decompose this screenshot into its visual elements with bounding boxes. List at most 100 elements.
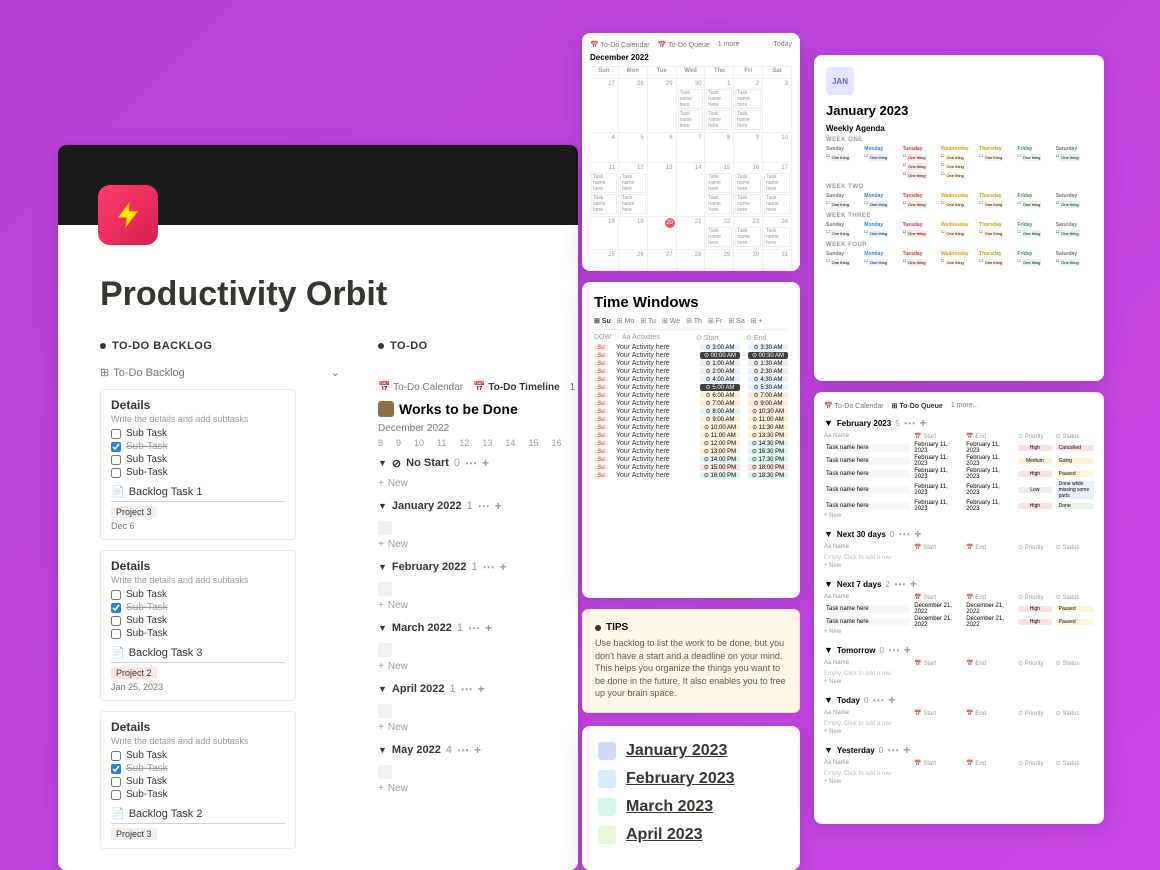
calendar-task[interactable]: Task name here: [735, 173, 761, 193]
toggle-icon[interactable]: ▼: [378, 745, 387, 755]
calendar-cell[interactable]: 12Task name hereTask name here: [619, 163, 648, 217]
calendar-cell[interactable]: 28: [677, 250, 706, 271]
new-button[interactable]: +New: [378, 783, 578, 794]
calendar-task[interactable]: Task name here: [764, 173, 790, 193]
subtask-row[interactable]: Sub Task: [111, 428, 285, 439]
timeline-group-header[interactable]: ▼January 20221⋯+: [378, 499, 578, 513]
calendar-cell[interactable]: 10: [763, 133, 792, 163]
subtask-checkbox[interactable]: [111, 468, 121, 478]
new-button[interactable]: + New: [824, 513, 1094, 519]
day-tab-th[interactable]: ⊞ Th: [686, 317, 702, 325]
add-icon[interactable]: +: [474, 743, 481, 757]
queue-section-header[interactable]: ▼Next 7 days2⋯+: [824, 577, 1094, 591]
calendar-cell[interactable]: 25: [590, 250, 619, 271]
month-link[interactable]: January 2023: [598, 742, 784, 760]
calendar-task[interactable]: Task name here: [735, 89, 761, 109]
subtask-checkbox[interactable]: [111, 751, 121, 761]
day-tab-tu[interactable]: ⊞ Tu: [640, 317, 656, 325]
subtask-checkbox[interactable]: [111, 455, 121, 465]
calendar-cell[interactable]: 13: [648, 163, 677, 217]
agenda-checkbox-item[interactable]: ☐ One thing: [979, 258, 1015, 267]
queue-row[interactable]: Task name hereFebruary 11, 2023February …: [824, 455, 1094, 467]
calendar-task[interactable]: Task name here: [706, 89, 732, 109]
subtask-row[interactable]: Sub-Task: [111, 602, 285, 613]
more-icon[interactable]: ⋯: [894, 577, 906, 591]
new-button[interactable]: + New: [824, 629, 1094, 635]
toggle-icon[interactable]: ▼: [824, 695, 833, 705]
time-window-row[interactable]: SuYour Activity here⊙ 12:00 PM⊙ 14:30 PM: [594, 440, 788, 447]
queue-section-header[interactable]: ▼Next 30 days0⋯+: [824, 527, 1094, 541]
more-icon[interactable]: ⋯: [887, 743, 899, 757]
calendar-cell[interactable]: 20: [648, 217, 677, 250]
subtask-row[interactable]: Sub-Task: [111, 467, 285, 478]
new-button[interactable]: +New: [378, 539, 578, 550]
day-tab-+[interactable]: ⊞ +: [751, 317, 763, 325]
agenda-checkbox-item[interactable]: ☐ One thing: [903, 258, 939, 267]
agenda-checkbox-item[interactable]: ☐ One thing: [1017, 200, 1053, 209]
agenda-checkbox-item[interactable]: ☐ One thing: [864, 258, 900, 267]
timeline-group-header[interactable]: ▼May 20224⋯+: [378, 743, 578, 757]
calendar-task[interactable]: Task name here: [678, 89, 704, 109]
agenda-checkbox-item[interactable]: ☐ One thing: [979, 229, 1015, 238]
time-window-row[interactable]: SuYour Activity here⊙ 7:00 AM⊙ 9:00 AM: [594, 400, 788, 407]
new-button[interactable]: + New: [824, 563, 1094, 569]
calendar-task[interactable]: Task name here: [764, 227, 790, 247]
tab-timeline[interactable]: 📅 To-Do Timeline: [473, 382, 560, 393]
more-icon[interactable]: ⋯: [872, 693, 884, 707]
time-window-row[interactable]: SuYour Activity here⊙ 8:00 AM⊙ 10:30 AM: [594, 408, 788, 415]
queue-row[interactable]: Task name hereFebruary 11, 2023February …: [824, 468, 1094, 480]
timeline-group-header[interactable]: ▼March 20221⋯+: [378, 621, 578, 635]
calendar-cell[interactable]: 9: [734, 133, 763, 163]
today-button[interactable]: Today: [773, 41, 792, 49]
view-tab-backlog[interactable]: ⊞ To-Do Backlog ⌄: [100, 366, 340, 379]
agenda-checkbox-item[interactable]: ☐ One thing: [826, 153, 862, 162]
calendar-task[interactable]: Task name here: [735, 227, 761, 247]
day-tab-sa[interactable]: ⊞ Sa: [728, 317, 744, 325]
timeline-group-header[interactable]: ▼⊘No Start0⋯+: [378, 456, 578, 470]
calendar-cell[interactable]: 26: [619, 250, 648, 271]
agenda-checkbox-item[interactable]: ☐ One thing: [903, 153, 939, 162]
empty-row[interactable]: Empty. Click to add a row: [824, 553, 1094, 563]
subtask-row[interactable]: Sub Task: [111, 776, 285, 787]
calendar-cell[interactable]: 30Task name hereTask name here: [677, 79, 706, 133]
calendar-cell[interactable]: 6: [648, 133, 677, 163]
tab-todo-calendar[interactable]: 📅 To-Do Calendar: [590, 41, 650, 49]
time-window-row[interactable]: SuYour Activity here⊙ 6:00 AM⊙ 7:00 AM: [594, 392, 788, 399]
calendar-task[interactable]: Task name here: [706, 194, 732, 214]
agenda-checkbox-item[interactable]: ☐ One thing: [979, 153, 1015, 162]
agenda-checkbox-item[interactable]: ☐ One thing: [1056, 153, 1092, 162]
calendar-task[interactable]: Task name here: [620, 173, 646, 193]
day-tab-we[interactable]: ⊞ We: [662, 317, 680, 325]
new-button[interactable]: + New: [824, 679, 1094, 685]
month-link[interactable]: April 2023: [598, 826, 784, 844]
calendar-cell[interactable]: 15Task name hereTask name here: [705, 163, 734, 217]
subtask-checkbox[interactable]: [111, 429, 121, 439]
agenda-checkbox-item[interactable]: ☐ One thing: [826, 258, 862, 267]
time-window-row[interactable]: SuYour Activity here⊙ 16:00 PM⊙ 18:30 PM: [594, 472, 788, 479]
calendar-task[interactable]: Task name here: [735, 194, 761, 214]
agenda-checkbox-item[interactable]: ☐ One thing: [941, 171, 977, 180]
agenda-checkbox-item[interactable]: ☐ One thing: [941, 229, 977, 238]
time-window-row[interactable]: SuYour Activity here⊙ 14:00 PM⊙ 17:30 PM: [594, 456, 788, 463]
timeline-item[interactable]: [378, 582, 578, 596]
calendar-cell[interactable]: 29: [648, 79, 677, 133]
agenda-checkbox-item[interactable]: ☐ One thing: [1056, 200, 1092, 209]
calendar-cell[interactable]: 23Task name here: [734, 217, 763, 250]
add-icon[interactable]: +: [485, 621, 492, 635]
toggle-icon[interactable]: ▼: [378, 562, 387, 572]
time-window-row[interactable]: SuYour Activity here⊙ 11:00 AM⊙ 13:30 PM: [594, 432, 788, 439]
empty-row[interactable]: Empty. Click to add a row: [824, 769, 1094, 779]
backlog-task-link[interactable]: 📄Backlog Task 1: [111, 482, 285, 502]
time-window-row[interactable]: SuYour Activity here⊙ 4:00 AM⊙ 4:30 AM: [594, 376, 788, 383]
calendar-cell[interactable]: 30: [734, 250, 763, 271]
new-button[interactable]: +New: [378, 722, 578, 733]
add-icon[interactable]: +: [904, 643, 911, 657]
more-icon[interactable]: ⋯: [457, 743, 469, 757]
agenda-checkbox-item[interactable]: ☐ One thing: [864, 200, 900, 209]
time-window-row[interactable]: SuYour Activity here⊙ 00:00 AM⊙ 00:30 AM: [594, 352, 788, 359]
agenda-checkbox-item[interactable]: ☐ One thing: [941, 153, 977, 162]
toggle-icon[interactable]: ▼: [378, 458, 387, 468]
agenda-checkbox-item[interactable]: ☐ One thing: [941, 258, 977, 267]
calendar-cell[interactable]: 2Task name hereTask name here: [734, 79, 763, 133]
subtask-checkbox[interactable]: [111, 590, 121, 600]
